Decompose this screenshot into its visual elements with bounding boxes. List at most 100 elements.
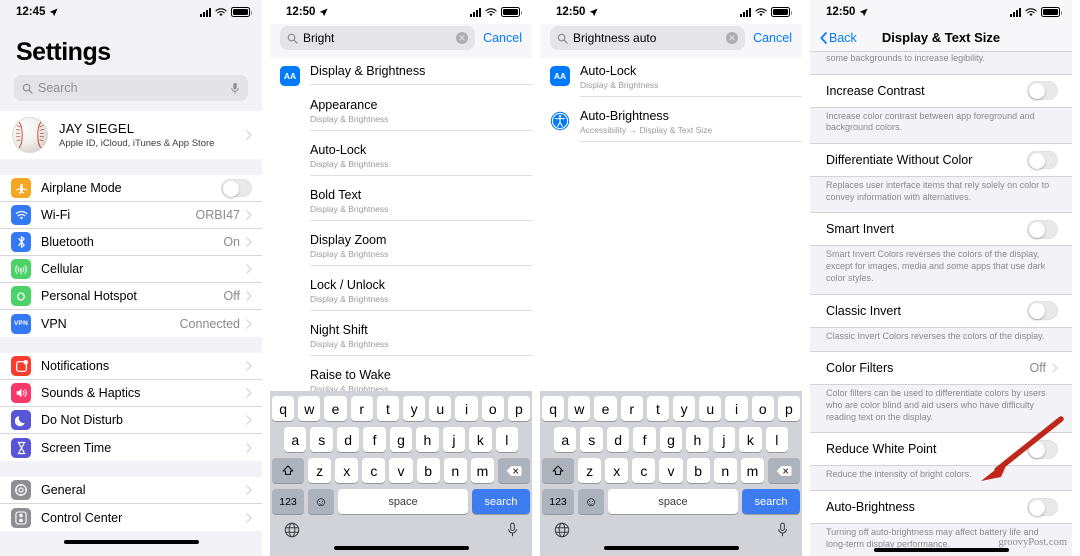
display-setting-row[interactable]: Color Filters Off: [810, 351, 1072, 386]
key-m[interactable]: m: [740, 458, 764, 483]
key-n[interactable]: n: [713, 458, 737, 483]
settings-row[interactable]: Airplane Mode: [0, 175, 262, 202]
search-input[interactable]: Brightness auto ✕: [550, 26, 746, 50]
key-s[interactable]: s: [310, 427, 333, 452]
settings-row[interactable]: Bluetooth On: [0, 229, 262, 256]
microphone-icon[interactable]: [230, 82, 240, 95]
key-a[interactable]: a: [284, 427, 307, 452]
key-w[interactable]: w: [298, 396, 321, 421]
space-key[interactable]: space: [338, 489, 468, 514]
key-k[interactable]: k: [739, 427, 762, 452]
key-z[interactable]: z: [578, 458, 602, 483]
search-result-row[interactable]: Display Zoom Display & Brightness: [270, 227, 532, 272]
apple-id-row[interactable]: JAY SIEGEL Apple ID, iCloud, iTunes & Ap…: [0, 111, 262, 159]
emoji-smiley-icon[interactable]: ☺: [308, 489, 334, 514]
key-s[interactable]: s: [580, 427, 603, 452]
search-result-row[interactable]: Bold Text Display & Brightness: [270, 182, 532, 227]
key-t[interactable]: t: [646, 396, 669, 421]
search-result-row[interactable]: Auto-Lock Display & Brightness: [270, 137, 532, 182]
clear-circle-icon[interactable]: ✕: [456, 32, 469, 44]
backspace-key[interactable]: [767, 458, 800, 483]
key-p[interactable]: p: [777, 396, 801, 421]
key-e[interactable]: e: [324, 396, 347, 421]
search-result-row[interactable]: Auto-Brightness Accessibility → Display …: [540, 103, 802, 148]
key-v[interactable]: v: [389, 458, 413, 483]
display-setting-row[interactable]: Smart Invert: [810, 212, 1072, 247]
space-key[interactable]: space: [608, 489, 738, 514]
key-j[interactable]: j: [712, 427, 736, 452]
search-result-row[interactable]: Night Shift Display & Brightness: [270, 317, 532, 362]
key-g[interactable]: g: [389, 427, 413, 452]
display-setting-row[interactable]: Differentiate Without Color: [810, 143, 1072, 178]
toggle-switch[interactable]: [221, 178, 252, 198]
settings-row[interactable]: Notifications: [0, 353, 262, 380]
toggle-switch[interactable]: [1027, 301, 1058, 320]
settings-row[interactable]: Cellular: [0, 256, 262, 283]
microphone-icon[interactable]: [777, 522, 788, 538]
shift-key[interactable]: [272, 458, 304, 483]
globe-icon[interactable]: [284, 522, 300, 538]
key-h[interactable]: h: [416, 427, 439, 452]
key-l[interactable]: l: [765, 427, 788, 452]
shift-key[interactable]: [542, 458, 574, 483]
key-e[interactable]: e: [594, 396, 617, 421]
settings-row[interactable]: Wi-Fi ORBI47: [0, 202, 262, 229]
key-b[interactable]: b: [416, 458, 440, 483]
display-setting-row[interactable]: Auto-Brightness: [810, 489, 1072, 524]
toggle-switch[interactable]: [1027, 150, 1058, 170]
key-y[interactable]: y: [673, 396, 696, 421]
key-r[interactable]: r: [620, 396, 643, 421]
key-j[interactable]: j: [442, 427, 466, 452]
toggle-switch[interactable]: [1027, 440, 1058, 459]
toggle-switch[interactable]: [1027, 497, 1058, 517]
key-l[interactable]: l: [495, 427, 518, 452]
key-o[interactable]: o: [751, 396, 774, 421]
search-result-row[interactable]: AA Auto-Lock Display & Brightness: [540, 58, 802, 103]
numbers-key[interactable]: 123: [272, 489, 304, 514]
display-setting-row[interactable]: Increase Contrast: [810, 73, 1072, 108]
settings-row[interactable]: Sounds & Haptics: [0, 380, 262, 407]
key-g[interactable]: g: [659, 427, 683, 452]
toggle-switch[interactable]: [1027, 220, 1058, 239]
key-w[interactable]: w: [568, 396, 591, 421]
search-result-row[interactable]: Appearance Display & Brightness: [270, 92, 532, 137]
key-z[interactable]: z: [308, 458, 332, 483]
clear-circle-icon[interactable]: ✕: [726, 32, 739, 44]
cancel-button[interactable]: Cancel: [483, 31, 522, 45]
key-c[interactable]: c: [362, 458, 386, 483]
settings-row[interactable]: Do Not Disturb: [0, 407, 262, 434]
key-m[interactable]: m: [470, 458, 494, 483]
key-f[interactable]: f: [633, 427, 656, 452]
cancel-button[interactable]: Cancel: [753, 31, 792, 45]
key-q[interactable]: q: [541, 396, 565, 421]
key-o[interactable]: o: [481, 396, 504, 421]
key-k[interactable]: k: [469, 427, 492, 452]
emoji-smiley-icon[interactable]: ☺: [578, 489, 604, 514]
key-b[interactable]: b: [686, 458, 710, 483]
search-key[interactable]: search: [472, 489, 530, 514]
key-i[interactable]: i: [725, 396, 748, 421]
key-f[interactable]: f: [363, 427, 386, 452]
numbers-key[interactable]: 123: [542, 489, 574, 514]
search-result-row[interactable]: AA Display & Brightness: [270, 58, 532, 92]
backspace-key[interactable]: [497, 458, 530, 483]
key-c[interactable]: c: [632, 458, 656, 483]
toggle-switch[interactable]: [1027, 81, 1058, 100]
search-key[interactable]: search: [742, 489, 800, 514]
settings-row[interactable]: Screen Time: [0, 434, 262, 461]
key-u[interactable]: u: [699, 396, 722, 421]
settings-row[interactable]: Personal Hotspot Off: [0, 283, 262, 310]
key-n[interactable]: n: [443, 458, 467, 483]
key-x[interactable]: x: [335, 458, 359, 483]
display-setting-row[interactable]: Reduce White Point: [810, 432, 1072, 467]
display-setting-row[interactable]: Classic Invert: [810, 293, 1072, 328]
key-h[interactable]: h: [686, 427, 709, 452]
key-a[interactable]: a: [554, 427, 577, 452]
key-q[interactable]: q: [271, 396, 295, 421]
key-d[interactable]: d: [336, 427, 360, 452]
search-result-row[interactable]: Lock / Unlock Display & Brightness: [270, 272, 532, 317]
globe-icon[interactable]: [554, 522, 570, 538]
settings-row[interactable]: Control Center: [0, 504, 262, 531]
key-d[interactable]: d: [606, 427, 630, 452]
search-input[interactable]: Search: [14, 75, 248, 101]
